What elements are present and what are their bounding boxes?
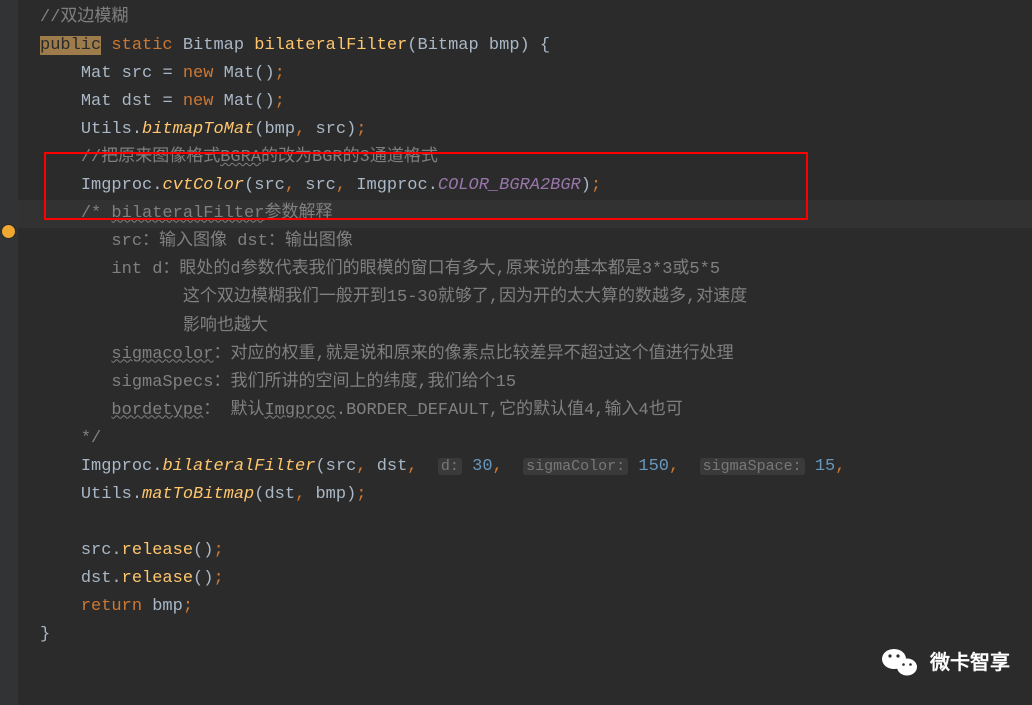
method-release: release — [122, 569, 193, 588]
method-bilateralFilter: bilateralFilter — [162, 457, 315, 476]
wechat-icon — [880, 643, 920, 683]
var-src: src — [122, 64, 153, 83]
keyword-new: new — [183, 64, 214, 83]
block-comment: 这个双边模糊我们一般开到15-30就够了,因为开的太大算的数越多,对速度 — [183, 288, 747, 307]
keyword-new: new — [183, 92, 214, 111]
comment: //双边模糊 — [40, 8, 128, 27]
keyword-static: static — [111, 36, 172, 55]
code-editor[interactable]: //双边模糊 public static Bitmap bilateralFil… — [0, 0, 1032, 649]
block-comment: int d：眼处的d参数代表我们的眼模的窗口有多大,原来说的基本都是3*3或5*… — [111, 260, 720, 279]
ctor-mat: Mat — [224, 64, 255, 83]
caret-line: /* bilateralFilter参数解释 — [18, 200, 1032, 228]
param-hint: d: — [438, 458, 462, 475]
class-utils: Utils — [81, 120, 132, 139]
block-comment-end: */ — [81, 429, 101, 448]
class-utils: Utils — [81, 485, 132, 504]
ctor-mat: Mat — [224, 92, 255, 111]
watermark-text: 微卡智享 — [930, 647, 1010, 680]
constant: COLOR_BGRA2BGR — [438, 176, 581, 195]
keyword-public: public — [40, 36, 101, 55]
block-comment: /* bilateralFilter参数解释 — [81, 204, 333, 223]
number-literal: 15 — [815, 457, 835, 476]
type-mat: Mat — [81, 64, 112, 83]
type-mat: Mat — [81, 92, 112, 111]
lightbulb-icon[interactable] — [2, 225, 15, 238]
var-dst: dst — [122, 92, 153, 111]
method-bitmapToMat: bitmapToMat — [142, 120, 254, 139]
block-comment: 影响也越大 — [183, 317, 268, 336]
param-hint: sigmaColor: — [523, 458, 628, 475]
block-comment: sigmacolor：对应的权重,就是说和原来的像素点比较差异不超过这个值进行处… — [111, 345, 733, 364]
editor-gutter — [0, 0, 18, 705]
block-comment: src：输入图像 dst：输出图像 — [111, 232, 352, 251]
watermark: 微卡智享 — [880, 643, 1010, 683]
block-comment: bordetype： 默认Imgproc.BORDER_DEFAULT,它的默认… — [111, 401, 682, 420]
keyword-return: return — [81, 597, 142, 616]
method-name: bilateralFilter — [254, 36, 407, 55]
param-hint: sigmaSpace: — [700, 458, 805, 475]
param-name: bmp — [489, 36, 520, 55]
class-imgproc: Imgproc — [81, 176, 152, 195]
number-literal: 150 — [638, 457, 669, 476]
return-type: Bitmap — [183, 36, 244, 55]
number-literal: 30 — [472, 457, 492, 476]
param-type: Bitmap — [418, 36, 479, 55]
method-matToBitmap: matToBitmap — [142, 485, 254, 504]
method-release: release — [122, 541, 193, 560]
comment: //把原来图像格式BGRA的改为BGR的3通道格式 — [81, 148, 438, 167]
class-imgproc: Imgproc — [81, 457, 152, 476]
block-comment: sigmaSpecs：我们所讲的空间上的纬度,我们给个15 — [111, 373, 516, 392]
method-cvtColor: cvtColor — [162, 176, 244, 195]
